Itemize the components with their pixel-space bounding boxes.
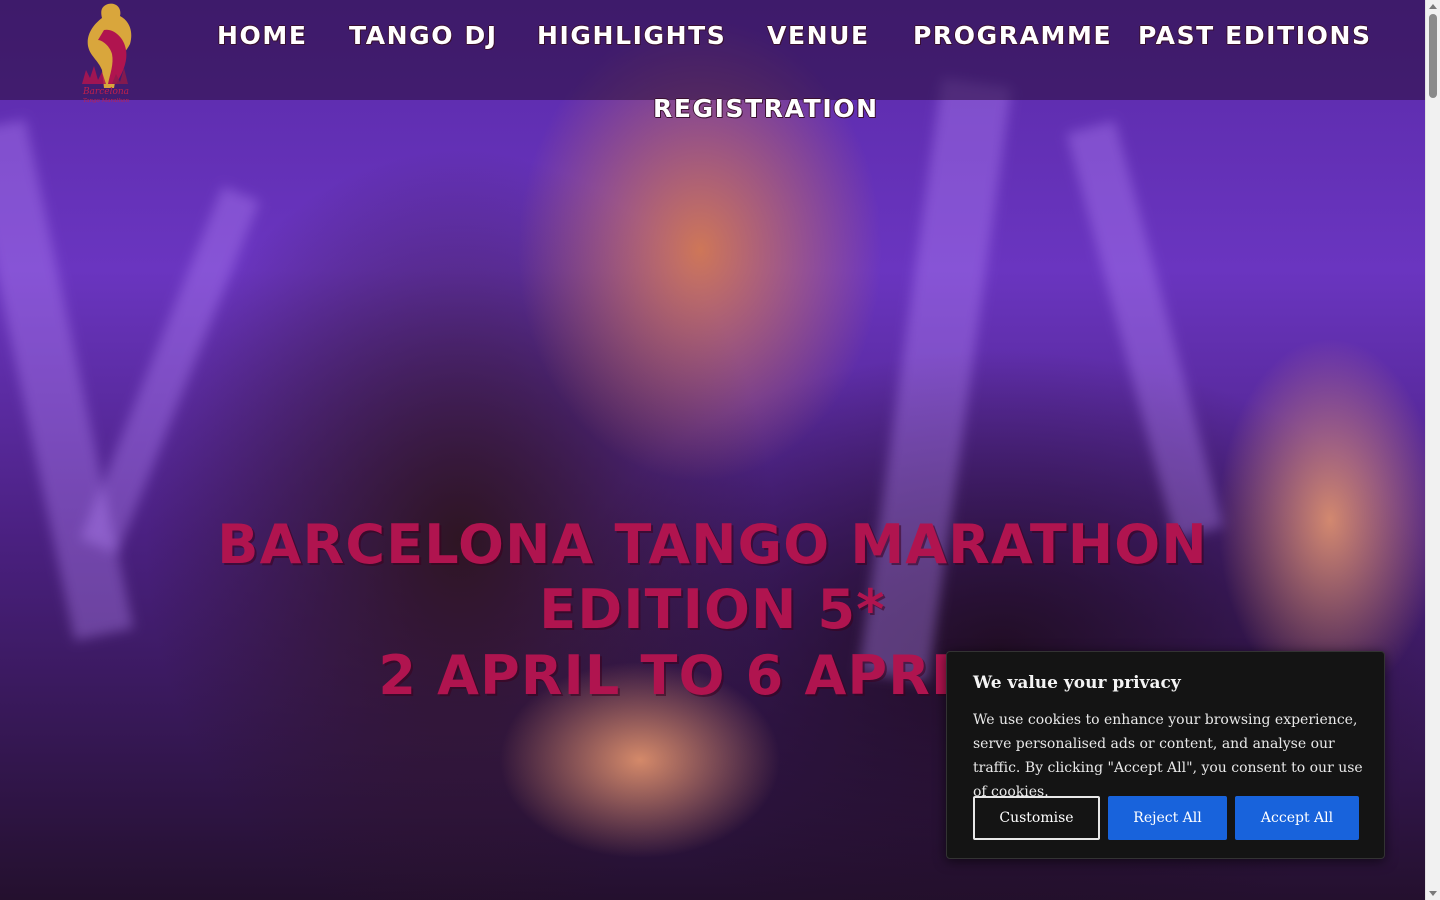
- nav-past-editions[interactable]: Past Editions: [1138, 20, 1372, 52]
- logo-subtext: Tango Marathon: [83, 98, 130, 104]
- hero-title: BARCELONA TANGO MARATHON: [217, 513, 1208, 576]
- reject-all-button[interactable]: Reject All: [1108, 796, 1227, 840]
- scrollbar-thumb[interactable]: [1429, 14, 1437, 98]
- nav-venue[interactable]: Venue: [767, 20, 870, 52]
- nav-registration[interactable]: Registration: [653, 93, 879, 125]
- nav-tango-dj[interactable]: Tango DJ: [349, 20, 498, 52]
- scroll-down-icon[interactable]: [1429, 891, 1437, 896]
- customise-button[interactable]: Customise: [973, 796, 1100, 840]
- scroll-up-icon[interactable]: [1429, 4, 1437, 9]
- logo-text: Barcelona: [82, 87, 129, 97]
- page-scrollbar[interactable]: [1425, 0, 1440, 900]
- cookie-banner-title: We value your privacy: [973, 673, 1181, 693]
- light-beam: [80, 186, 260, 554]
- hero-edition: EDITION 5*: [539, 578, 886, 641]
- cookie-banner-text: We use cookies to enhance your browsing …: [973, 712, 1363, 800]
- nav-programme[interactable]: Programme: [913, 20, 1112, 52]
- light-beam: [1066, 120, 1224, 540]
- nav-home[interactable]: Home: [217, 20, 308, 52]
- site-logo[interactable]: Barcelona Tango Marathon: [68, 0, 144, 104]
- nav-highlights[interactable]: Highlights: [537, 20, 726, 52]
- accept-all-button[interactable]: Accept All: [1235, 796, 1359, 840]
- tango-couple-logo-icon: Barcelona Tango Marathon: [82, 3, 132, 104]
- cookie-consent-banner: We value your privacy We use cookies to …: [946, 651, 1385, 859]
